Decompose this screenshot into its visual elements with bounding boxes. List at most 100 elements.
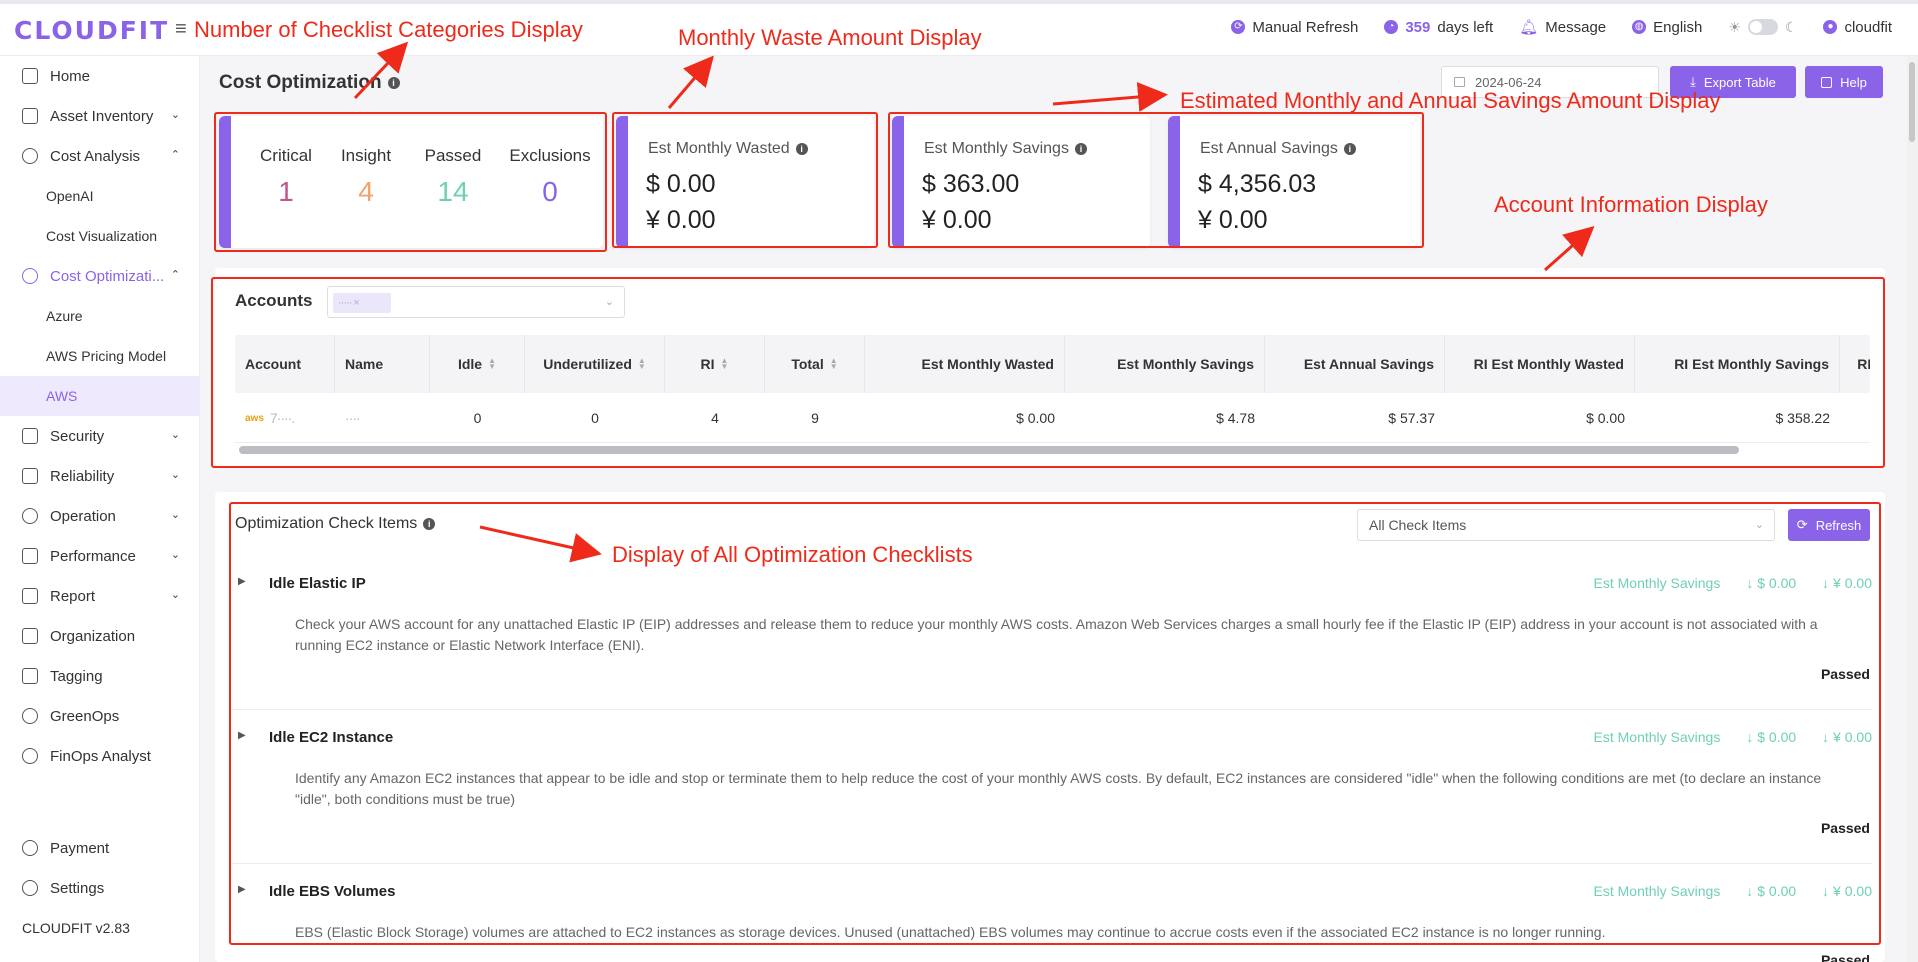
language-selector[interactable]: ◍ English	[1632, 19, 1702, 36]
sidebar-item-label: OpenAI	[46, 188, 94, 204]
security-icon	[22, 428, 38, 444]
sidebar-item-label: AWS	[46, 388, 78, 404]
chevron-down-icon: ⌄	[1754, 519, 1764, 531]
sidebar-item-label: FinOps Analyst	[50, 747, 151, 765]
report-icon	[22, 588, 38, 604]
account-id: 7····.	[269, 410, 295, 426]
theme-switch[interactable]: ☀ ☾	[1728, 19, 1797, 36]
exclusions-label: Exclusions	[509, 146, 591, 165]
sidebar-item-home[interactable]: Home	[0, 56, 200, 96]
cell-account: aws 7····.	[235, 393, 335, 443]
sort-icon[interactable]: ▲ ▼	[488, 357, 496, 371]
col-account[interactable]: Account	[235, 335, 335, 393]
cell-ri-monthly-savings: $ 358.22	[1775, 410, 1831, 426]
info-icon[interactable]: i	[1343, 142, 1356, 155]
annual-savings-cny: ¥ 0.00	[1198, 206, 1268, 234]
sidebar-item-operation[interactable]: Operation ⌄	[0, 496, 200, 536]
sidebar-item-greenops[interactable]: GreenOps	[0, 696, 200, 736]
chevron-down-icon: ⌄	[170, 549, 180, 561]
check-item-description: Check your AWS account for any unattache…	[295, 616, 1818, 653]
expand-caret-icon[interactable]: ▶	[238, 576, 246, 587]
expand-caret-icon[interactable]: ▶	[238, 730, 246, 741]
sidebar-item-finops-analyst[interactable]: FinOps Analyst	[0, 736, 200, 776]
info-icon[interactable]: i	[387, 76, 400, 89]
savings-label: Est Monthly Savings	[1593, 729, 1721, 745]
inventory-icon	[22, 108, 38, 124]
sort-icon[interactable]: ▲ ▼	[830, 357, 838, 371]
col-ri[interactable]: RI ▲ ▼	[665, 335, 765, 393]
chevron-down-icon: ⌄	[170, 589, 180, 601]
user-menu[interactable]: ● cloudfit	[1823, 19, 1892, 36]
sidebar-item-label: Cost Analysis	[50, 147, 141, 165]
sidebar-item-aws-pricing-model[interactable]: AWS Pricing Model	[0, 336, 200, 376]
check-item-savings: Est Monthly Savings ↓ $ 0.00 ↓ ¥ 0.00	[1594, 883, 1873, 899]
sidebar-item-performance[interactable]: Performance ⌄	[0, 536, 200, 576]
col-ri-label: RI	[700, 356, 715, 372]
sidebar-item-report[interactable]: Report ⌄	[0, 576, 200, 616]
help-button[interactable]: Help	[1805, 66, 1883, 98]
status-passed[interactable]: Passed 14	[398, 116, 508, 208]
app-logo[interactable]: CLOUDFIT	[14, 16, 169, 45]
theme-toggle[interactable]	[1747, 19, 1778, 35]
info-icon[interactable]: i	[795, 142, 808, 155]
expand-caret-icon[interactable]: ▶	[238, 884, 246, 895]
sidebar-item-label: Asset Inventory	[50, 107, 154, 125]
sidebar-item-cost-analysis[interactable]: Cost Analysis ⌃	[0, 136, 200, 176]
moon-icon: ☾	[1784, 18, 1798, 35]
sidebar-item-settings[interactable]: Settings	[0, 868, 200, 908]
sidebar-item-cost-optimization[interactable]: Cost Optimizati... ⌃	[0, 256, 200, 296]
annotation-label-categories: Number of Checklist Categories Display	[194, 17, 583, 42]
status-exclusions[interactable]: Exclusions 0	[495, 116, 605, 208]
page-scrollbar-thumb[interactable]	[1909, 62, 1915, 142]
col-name[interactable]: Name	[335, 335, 430, 393]
account-tag[interactable]: ····· ×	[333, 293, 391, 313]
col-ri-est-monthly-wasted[interactable]: RI Est Monthly Wasted	[1445, 335, 1635, 393]
check-item-header[interactable]: ▶ Idle Elastic IP Est Monthly Savings ↓ …	[232, 562, 1872, 602]
check-item-savings: Est Monthly Savings ↓ $ 0.00 ↓ ¥ 0.00	[1594, 729, 1873, 745]
chevron-down-icon: ⌄	[604, 296, 614, 308]
check-item-header[interactable]: ▶ Idle EBS Volumes Est Monthly Savings ↓…	[232, 870, 1872, 910]
annotation-label-savings: Estimated Monthly and Annual Savings Amo…	[1180, 88, 1721, 113]
sidebar-item-payment[interactable]: Payment	[0, 828, 200, 868]
sidebar-item-organization[interactable]: Organization	[0, 616, 200, 656]
refresh-button[interactable]: ⟳ Refresh	[1788, 509, 1870, 541]
sidebar-item-openai[interactable]: OpenAI	[0, 176, 200, 216]
sort-icon[interactable]: ▲ ▼	[638, 357, 646, 371]
help-icon	[1821, 76, 1833, 88]
menu-toggle-icon[interactable]: ≡	[175, 18, 187, 41]
col-ri-truncated[interactable]: RI I	[1840, 335, 1870, 393]
manual-refresh-button[interactable]: ⟳ Manual Refresh	[1231, 19, 1358, 36]
sidebar-item-reliability[interactable]: Reliability ⌄	[0, 456, 200, 496]
sidebar-item-security[interactable]: Security ⌄	[0, 416, 200, 456]
table-row[interactable]: aws 7····. ···· 0 0 4 9 $ 0.00 $ 4.78 $ 5…	[235, 393, 1870, 443]
sort-icon[interactable]: ▲ ▼	[721, 357, 729, 371]
check-items-filter[interactable]: All Check Items ⌄	[1357, 509, 1775, 541]
message-button[interactable]: 🔔︎ Message	[1519, 18, 1606, 37]
annotation-label-checklists: Display of All Optimization Checklists	[612, 542, 973, 567]
col-total[interactable]: Total ▲ ▼	[765, 335, 865, 393]
col-underutilized[interactable]: Underutilized ▲ ▼	[525, 335, 665, 393]
col-total-label: Total	[791, 356, 824, 372]
sidebar-item-azure[interactable]: Azure	[0, 296, 200, 336]
info-icon[interactable]: i	[423, 517, 436, 530]
page-scrollbar[interactable]	[1907, 56, 1918, 962]
sidebar-item-cost-visualization[interactable]: Cost Visualization	[0, 216, 200, 256]
sidebar-item-label: Organization	[50, 627, 136, 645]
col-ri-est-monthly-savings[interactable]: RI Est Monthly Savings	[1635, 335, 1840, 393]
col-idle-label: Idle	[457, 356, 483, 372]
col-est-annual-savings[interactable]: Est Annual Savings	[1265, 335, 1445, 393]
account-select[interactable]: ····· × ⌄	[327, 286, 625, 318]
table-horizontal-scrollbar[interactable]	[239, 446, 1739, 454]
col-est-monthly-savings[interactable]: Est Monthly Savings	[1065, 335, 1265, 393]
sidebar: Home Asset Inventory ⌄ Cost Analysis ⌃ Ope…	[0, 56, 200, 962]
info-icon[interactable]: i	[1074, 142, 1087, 155]
col-est-monthly-wasted[interactable]: Est Monthly Wasted	[865, 335, 1065, 393]
col-idle[interactable]: Idle ▲ ▼	[430, 335, 525, 393]
sidebar-item-aws[interactable]: AWS	[0, 376, 200, 416]
sidebar-item-tagging[interactable]: Tagging	[0, 656, 200, 696]
passed-label: Passed	[424, 146, 482, 165]
sidebar-item-asset-inventory[interactable]: Asset Inventory ⌄	[0, 96, 200, 136]
check-item-name: Idle EC2 Instance	[269, 729, 394, 746]
check-item-header[interactable]: ▶ Idle EC2 Instance Est Monthly Savings …	[232, 716, 1872, 756]
refresh-label: Refresh	[1815, 517, 1862, 533]
